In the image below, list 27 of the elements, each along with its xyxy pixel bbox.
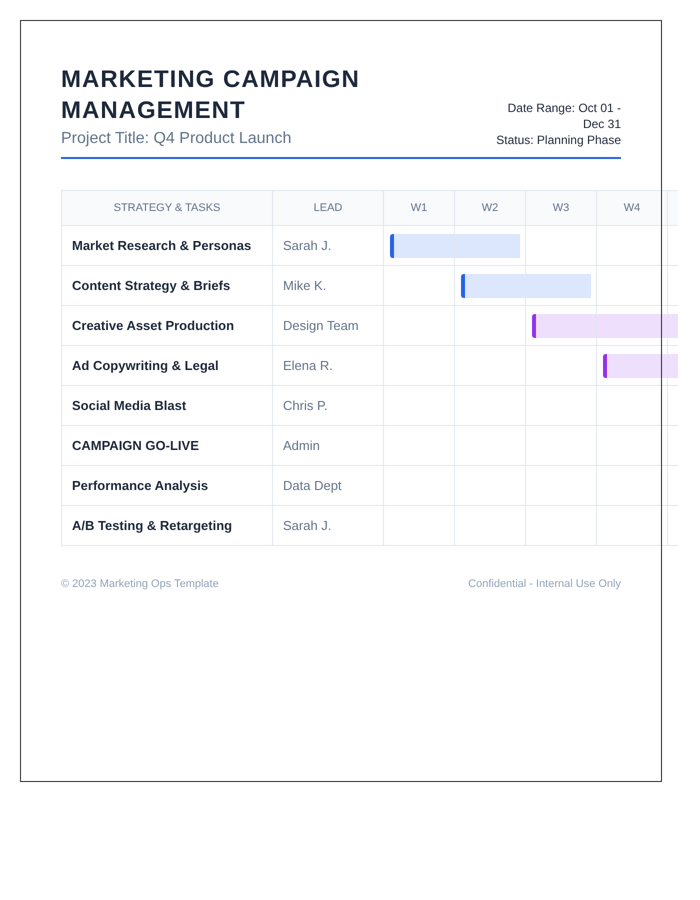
task-cell: Market Research & Personas	[62, 226, 273, 266]
task-cell: Content Strategy & Briefs	[62, 266, 273, 306]
task-cell: Performance Analysis	[62, 466, 273, 506]
lead-cell: Admin	[273, 426, 384, 466]
lead-cell: Chris P.	[273, 386, 384, 426]
copyright-text: © 2023 Marketing Ops Template	[61, 578, 219, 590]
column-header: LEAD	[273, 190, 384, 226]
lead-cell: Elena R.	[273, 346, 384, 386]
project-title: Project Title: Q4 Product Launch	[61, 130, 292, 148]
lead-cell: Mike K.	[273, 266, 384, 306]
date-range: Date Range: Oct 01 - Dec 31	[506, 100, 621, 132]
document-title: MARKETING CAMPAIGN MANAGEMENT	[61, 65, 361, 126]
status-text: Status: Planning Phase	[495, 132, 621, 148]
lead-cell: Data Dept	[273, 466, 384, 506]
column-header: W1	[384, 190, 455, 226]
confidential-text: Confidential - Internal Use Only	[468, 578, 621, 590]
task-cell: Creative Asset Production	[62, 306, 273, 346]
lead-cell: Sarah J.	[273, 506, 384, 546]
column-header: STRATEGY & TASKS	[62, 190, 273, 226]
task-cell: CAMPAIGN GO-LIVE	[62, 426, 273, 466]
task-cell: A/B Testing & Retargeting	[62, 506, 273, 546]
task-cell: Ad Copywriting & Legal	[62, 346, 273, 386]
task-cell: Social Media Blast	[62, 386, 273, 426]
column-header: W3	[526, 190, 597, 226]
column-header: W2	[455, 190, 526, 226]
column-header: W4	[597, 190, 668, 226]
lead-cell: Design Team	[273, 306, 384, 346]
